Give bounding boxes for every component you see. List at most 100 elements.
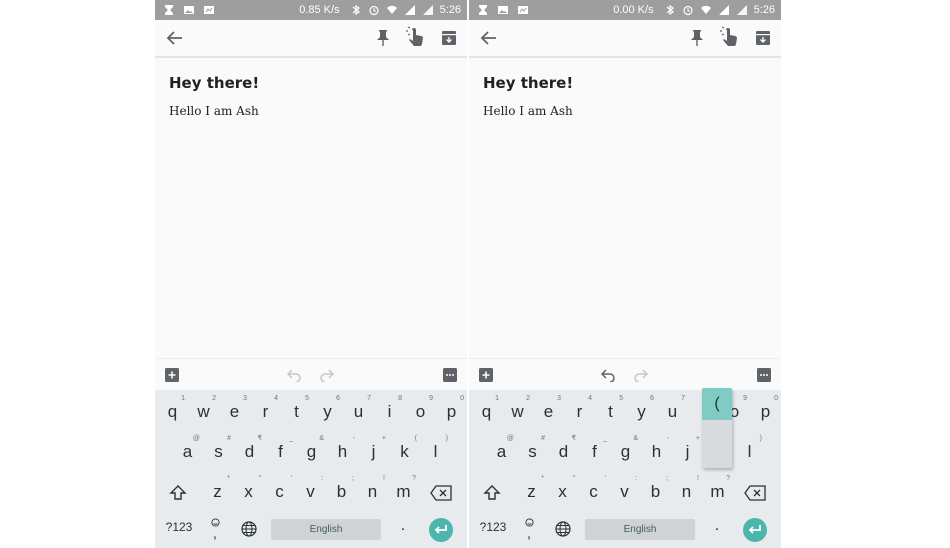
note-body[interactable]: Hello I am Ash: [169, 104, 259, 118]
add-box-icon[interactable]: [479, 368, 493, 382]
key-z[interactable]: z *: [516, 474, 547, 510]
key-b[interactable]: b;: [326, 474, 357, 510]
key-m[interactable]: m?: [702, 474, 733, 510]
space-bar[interactable]: English: [585, 519, 695, 540]
globe-icon[interactable]: [241, 521, 257, 537]
key-d[interactable]: d ₹: [234, 434, 265, 470]
key-label: h: [337, 442, 348, 461]
globe-icon[interactable]: [555, 521, 571, 537]
key-s[interactable]: s #: [203, 434, 234, 470]
key-n[interactable]: n!: [357, 474, 388, 510]
shift-icon[interactable]: [169, 484, 187, 502]
key-k[interactable]: k(: [389, 434, 420, 470]
key-label: c: [275, 482, 284, 501]
key-l[interactable]: l): [734, 434, 765, 470]
key-a[interactable]: a @: [486, 434, 517, 470]
key-p[interactable]: p0: [436, 394, 467, 430]
key-f[interactable]: f _: [579, 434, 610, 470]
key-x[interactable]: x ": [547, 474, 578, 510]
soft-keyboard: q1w2e3r4t5y6u7i8o9p0 a @ s # d ₹ f _ g & h - j + k(l) …: [155, 390, 467, 548]
pin-icon[interactable]: [374, 28, 392, 48]
shift-icon[interactable]: [483, 484, 501, 502]
emoji-comma-key[interactable]: ,: [209, 518, 223, 540]
key-e[interactable]: e3: [219, 394, 250, 430]
key-w[interactable]: w2: [188, 394, 219, 430]
key-label: j: [685, 442, 690, 461]
undo-icon[interactable]: [600, 368, 616, 382]
key-b[interactable]: b;: [640, 474, 671, 510]
key-q[interactable]: q1: [157, 394, 188, 430]
undo-icon[interactable]: [286, 368, 302, 382]
reminder-hand-icon[interactable]: [404, 26, 426, 48]
key-u[interactable]: u7: [343, 394, 374, 430]
key-n[interactable]: n!: [671, 474, 702, 510]
reminder-hand-icon[interactable]: [718, 26, 740, 48]
note-title[interactable]: Hey there!: [483, 74, 573, 92]
key-t[interactable]: t5: [281, 394, 312, 430]
key-hint: 9: [743, 395, 747, 402]
key-r[interactable]: r4: [250, 394, 281, 430]
back-arrow-icon[interactable]: [479, 28, 499, 48]
key-o[interactable]: o9: [405, 394, 436, 430]
key-r[interactable]: r4: [564, 394, 595, 430]
pin-icon[interactable]: [688, 28, 706, 48]
enter-key[interactable]: [743, 518, 767, 542]
key-u[interactable]: u7: [657, 394, 688, 430]
key-hint: ": [258, 475, 262, 482]
key-hint: 7: [367, 395, 371, 402]
symbols-key[interactable]: ?123: [475, 520, 511, 534]
backspace-icon[interactable]: [744, 485, 766, 501]
key-g[interactable]: g &: [610, 434, 641, 470]
key-j[interactable]: j +: [358, 434, 389, 470]
note-body[interactable]: Hello I am Ash: [483, 104, 573, 118]
key-m[interactable]: m?: [388, 474, 419, 510]
emoji-comma-key[interactable]: ,: [523, 518, 537, 540]
key-h[interactable]: h-: [327, 434, 358, 470]
key-hint: ': [290, 475, 292, 482]
key-c[interactable]: c ': [264, 474, 295, 510]
archive-icon[interactable]: [440, 29, 458, 47]
key-x[interactable]: x ": [233, 474, 264, 510]
key-t[interactable]: t5: [595, 394, 626, 430]
key-s[interactable]: s #: [517, 434, 548, 470]
key-f[interactable]: f _: [265, 434, 296, 470]
space-bar[interactable]: English: [271, 519, 381, 540]
symbols-key[interactable]: ?123: [161, 520, 197, 534]
enter-key[interactable]: [429, 518, 453, 542]
key-y[interactable]: y6: [312, 394, 343, 430]
backspace-icon[interactable]: [430, 485, 452, 501]
period-key[interactable]: .: [396, 517, 410, 535]
key-y[interactable]: y6: [626, 394, 657, 430]
key-i[interactable]: i8: [374, 394, 405, 430]
popup-selected-char[interactable]: (: [702, 388, 732, 420]
key-j[interactable]: j +: [672, 434, 703, 470]
key-d[interactable]: d ₹: [548, 434, 579, 470]
key-hint: ": [572, 475, 576, 482]
net-speed: 0.00 K/s: [613, 4, 654, 16]
hourglass-icon: [479, 5, 487, 15]
key-p[interactable]: p0: [750, 394, 781, 430]
key-v[interactable]: v:: [295, 474, 326, 510]
key-h[interactable]: h-: [641, 434, 672, 470]
add-box-icon[interactable]: [165, 368, 179, 382]
redo-icon[interactable]: [633, 368, 649, 382]
key-l[interactable]: l): [420, 434, 451, 470]
key-hint: _: [289, 435, 293, 442]
key-e[interactable]: e3: [533, 394, 564, 430]
key-q[interactable]: q1: [471, 394, 502, 430]
back-arrow-icon[interactable]: [165, 28, 185, 48]
key-g[interactable]: g &: [296, 434, 327, 470]
more-options-icon[interactable]: [443, 368, 457, 382]
period-key[interactable]: .: [710, 517, 724, 535]
key-z[interactable]: z *: [202, 474, 233, 510]
key-hint: 5: [619, 395, 623, 402]
key-a[interactable]: a @: [172, 434, 203, 470]
more-options-icon[interactable]: [757, 368, 771, 382]
redo-icon[interactable]: [319, 368, 335, 382]
key-hint: !: [697, 475, 699, 482]
key-c[interactable]: c ': [578, 474, 609, 510]
archive-icon[interactable]: [754, 29, 772, 47]
note-title[interactable]: Hey there!: [169, 74, 259, 92]
key-v[interactable]: v:: [609, 474, 640, 510]
key-w[interactable]: w2: [502, 394, 533, 430]
